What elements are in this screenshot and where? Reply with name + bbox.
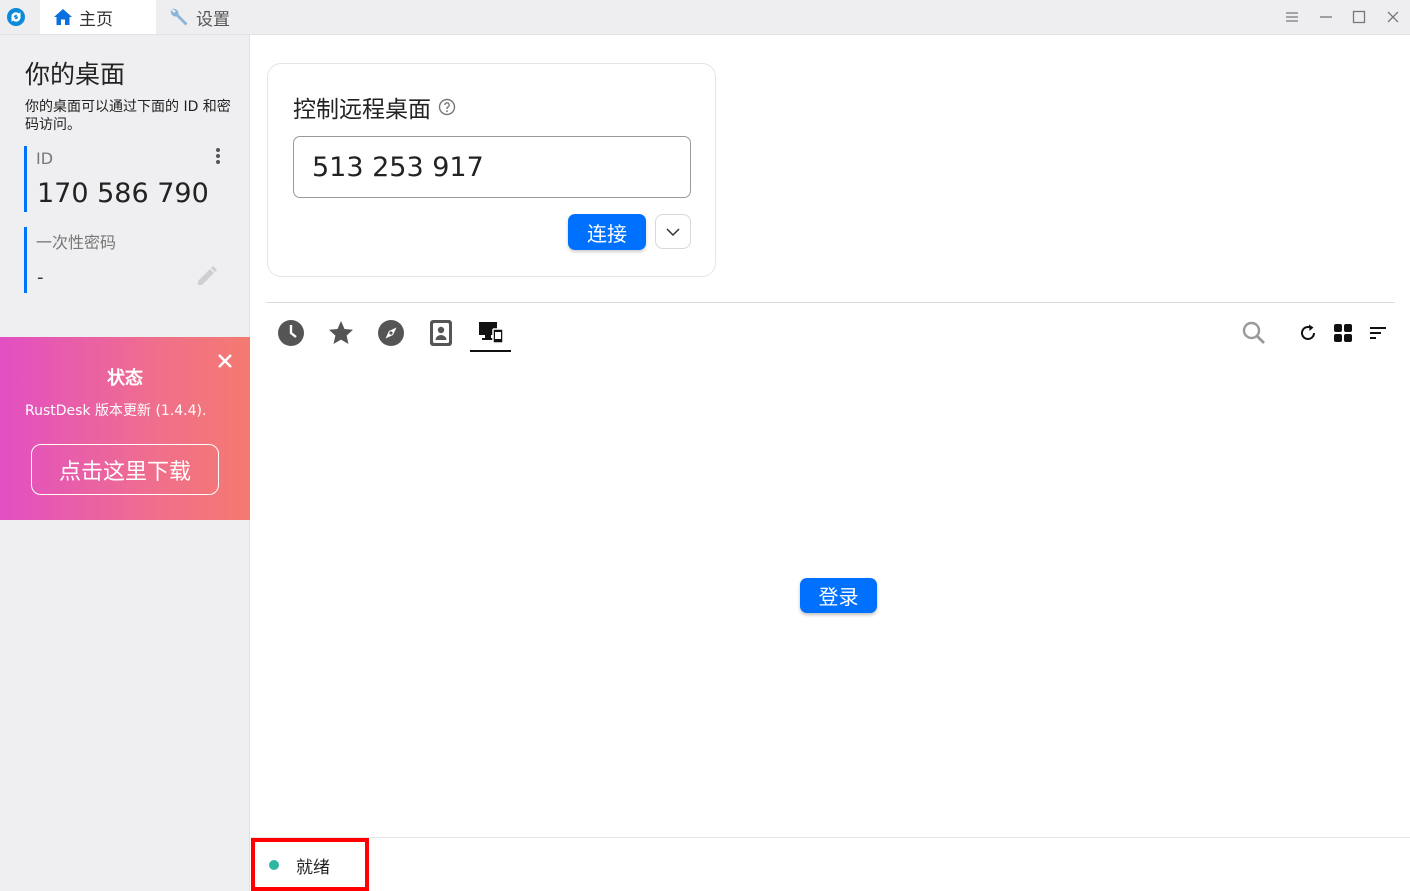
sort-icon: [1370, 327, 1386, 339]
search-icon: [1242, 321, 1265, 344]
sidebar-title: 你的桌面: [25, 60, 126, 89]
status-card: 状态 RustDesk 版本更新 (1.4.4). 点击这里下载: [0, 337, 250, 520]
connect-card: 控制远程桌面 连接: [267, 63, 716, 277]
sort-button[interactable]: [1365, 320, 1391, 346]
connect-button[interactable]: 连接: [568, 214, 646, 250]
password-value[interactable]: -: [37, 267, 44, 288]
sidebar: 你的桌面 你的桌面可以通过下面的 ID 和密码访问。 ID 170 586 79…: [0, 35, 250, 891]
group-icon: [479, 322, 504, 344]
refresh-button[interactable]: [1295, 320, 1321, 346]
menu-icon: [1286, 12, 1298, 22]
connect-card-title-text: 控制远程桌面: [293, 97, 431, 123]
close-icon: [1387, 11, 1399, 23]
remote-id-input[interactable]: [293, 136, 691, 198]
connect-options-button[interactable]: [655, 214, 691, 249]
pencil-icon: [198, 266, 217, 285]
recent-icon: [278, 320, 304, 346]
status-card-title: 状态: [107, 368, 143, 389]
active-tab-indicator: [470, 350, 511, 352]
connect-card-title: 控制远程桌面: [293, 90, 456, 124]
edit-password-button[interactable]: [195, 264, 219, 288]
view-toggle-button[interactable]: [1330, 320, 1356, 346]
rustdesk-logo-icon: [6, 7, 26, 27]
favorites-icon: [329, 321, 353, 344]
home-icon: [54, 9, 72, 25]
wrench-icon: [170, 8, 188, 26]
status-indicator-dot: [269, 860, 279, 870]
tab-favorites[interactable]: [324, 316, 358, 350]
more-vertical-icon: [216, 148, 220, 164]
title-bar: 主页 设置: [0, 0, 1410, 35]
status-card-close-button[interactable]: [216, 352, 234, 370]
close-icon: [218, 354, 232, 368]
search-button[interactable]: [1241, 320, 1267, 346]
menu-button[interactable]: [1281, 6, 1303, 28]
help-icon[interactable]: [438, 98, 456, 116]
tab-group[interactable]: [474, 316, 508, 350]
status-card-text: RustDesk 版本更新 (1.4.4).: [25, 403, 207, 419]
tab-address-book[interactable]: [424, 316, 458, 350]
sidebar-description: 你的桌面可以通过下面的 ID 和密码访问。: [25, 99, 231, 133]
id-more-button[interactable]: [211, 145, 225, 167]
tab-discovered[interactable]: [374, 316, 408, 350]
maximize-button[interactable]: [1348, 6, 1370, 28]
password-label: 一次性密码: [36, 233, 117, 252]
refresh-icon: [1301, 324, 1315, 340]
section-divider: [266, 302, 1395, 303]
address-book-icon: [430, 320, 452, 346]
grid-view-icon: [1334, 324, 1352, 342]
download-button[interactable]: 点击这里下载: [31, 444, 219, 495]
discovered-icon: [378, 320, 404, 346]
minimize-button[interactable]: [1315, 6, 1337, 28]
maximize-icon: [1352, 10, 1366, 24]
login-button[interactable]: 登录: [800, 578, 877, 613]
id-value[interactable]: 170 586 790: [37, 178, 209, 209]
status-text: 就绪: [296, 858, 330, 878]
tab-settings-label: 设置: [196, 9, 230, 30]
password-accent-bar: [24, 227, 27, 293]
id-label: ID: [36, 149, 54, 168]
id-accent-bar: [24, 146, 27, 212]
tab-recent[interactable]: [274, 316, 308, 350]
tab-home[interactable]: 主页: [40, 0, 156, 34]
statusbar-divider: [251, 837, 1410, 838]
tab-settings[interactable]: 设置: [166, 0, 256, 34]
tab-home-label: 主页: [79, 9, 113, 30]
chevron-down-icon: [666, 227, 680, 236]
minimize-icon: [1320, 16, 1332, 18]
close-button[interactable]: [1382, 6, 1404, 28]
